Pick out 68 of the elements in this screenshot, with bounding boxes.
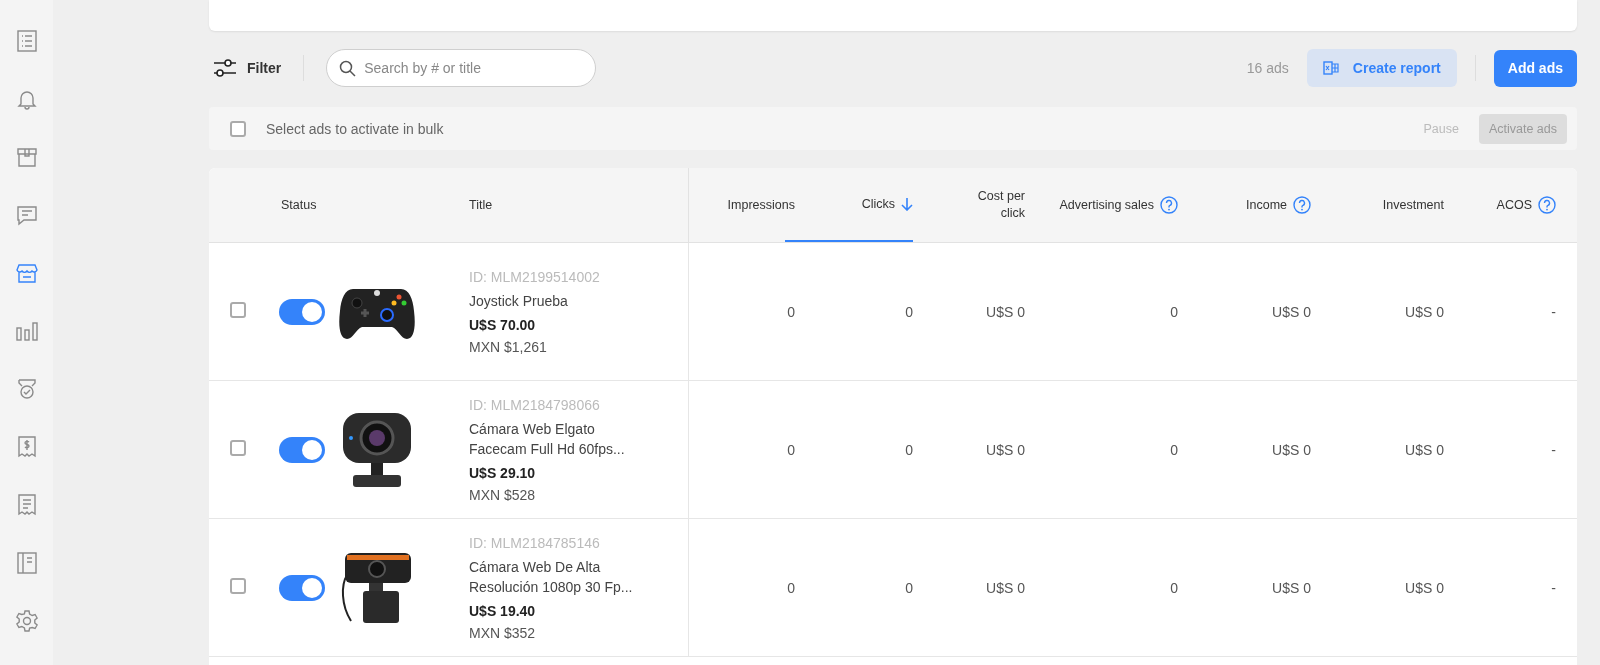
column-header[interactable]: Advertising sales (1059, 196, 1154, 214)
table-cell: 0 (1170, 579, 1178, 596)
column-header: Status (281, 196, 317, 214)
spreadsheet-icon (1322, 60, 1339, 76)
sidebar-item[interactable] (14, 261, 39, 285)
sidebar-item[interactable] (14, 145, 39, 169)
table-cell: U$S 0 (986, 303, 1025, 320)
table-cell: 0 (905, 303, 913, 320)
ad-id: ID: MLM2184798066 (469, 396, 600, 413)
table-cell: U$S 0 (1405, 303, 1444, 320)
table-cell: 0 (905, 441, 913, 458)
price-usd: U$S 70.00 (469, 316, 536, 333)
price-mxn: MXN $528 (469, 486, 536, 503)
column-header[interactable]: Cost per click (969, 188, 1025, 222)
ad-title[interactable]: Cámara Web De Alta Resolución 1080p 30 Fp... (469, 556, 649, 597)
column-header[interactable]: ACOS (1496, 196, 1532, 214)
table-cell: 0 (787, 303, 795, 320)
table-cell: 0 (787, 441, 795, 458)
help-icon[interactable] (1538, 196, 1556, 214)
checkbox[interactable] (230, 578, 246, 594)
table-cell: 0 (1170, 441, 1178, 458)
bulk-select-label: Select ads to activate in bulk (266, 120, 444, 137)
table-cell: U$S 0 (1272, 441, 1311, 458)
sidebar-item[interactable] (14, 29, 39, 53)
sidebar-item[interactable] (14, 203, 39, 227)
price-mxn: MXN $352 (469, 624, 536, 641)
column-header[interactable]: Investment (1382, 196, 1444, 214)
ad-title[interactable]: Cámara Web Elgato Facecam Full Hd 60fps... (469, 418, 649, 459)
help-icon[interactable] (1160, 196, 1178, 214)
add-ads-button[interactable]: Add ads (1493, 49, 1577, 87)
table-cell: U$S 0 (1405, 441, 1444, 458)
filter-button[interactable]: Filter (209, 58, 282, 78)
column-header[interactable]: Impressions (727, 196, 795, 214)
table-cell: - (1551, 441, 1556, 458)
status-toggle[interactable] (279, 436, 325, 463)
column-header: Title (469, 196, 493, 214)
ads-count: 16 ads (1246, 60, 1289, 76)
checkbox[interactable] (230, 120, 246, 137)
table-cell: 0 (905, 579, 913, 596)
sort-down-arrow-icon[interactable] (901, 197, 913, 211)
table-cell: - (1551, 303, 1556, 320)
table-cell: U$S 0 (1272, 303, 1311, 320)
table-cell: - (1551, 579, 1556, 596)
checkbox[interactable] (230, 302, 246, 318)
help-icon[interactable] (1293, 196, 1311, 214)
column-header[interactable]: Clicks (861, 195, 895, 213)
ad-id: ID: MLM2184785146 (469, 534, 600, 551)
checkbox[interactable] (230, 440, 246, 456)
ad-id: ID: MLM2199514002 (469, 268, 600, 285)
price-usd: U$S 19.40 (469, 602, 536, 619)
sidebar-item[interactable] (14, 319, 39, 343)
table-cell: 0 (787, 579, 795, 596)
status-toggle[interactable] (279, 574, 325, 601)
search-field[interactable]: Search by # or title (326, 49, 597, 87)
table-cell: U$S 0 (986, 579, 1025, 596)
sidebar-item[interactable] (14, 609, 39, 633)
table-cell: U$S 0 (986, 441, 1025, 458)
table-cell: 0 (1170, 303, 1178, 320)
status-toggle[interactable] (279, 298, 325, 325)
search-icon (339, 60, 357, 77)
ad-title[interactable]: Joystick Prueba (469, 290, 649, 311)
column-header[interactable]: Income (1246, 196, 1287, 214)
sliders-icon (213, 58, 237, 78)
sidebar-item[interactable] (14, 551, 39, 575)
table-cell: U$S 0 (1405, 579, 1444, 596)
price-usd: U$S 29.10 (469, 464, 536, 481)
price-mxn: MXN $1,261 (469, 338, 547, 355)
table-cell: U$S 0 (1272, 579, 1311, 596)
